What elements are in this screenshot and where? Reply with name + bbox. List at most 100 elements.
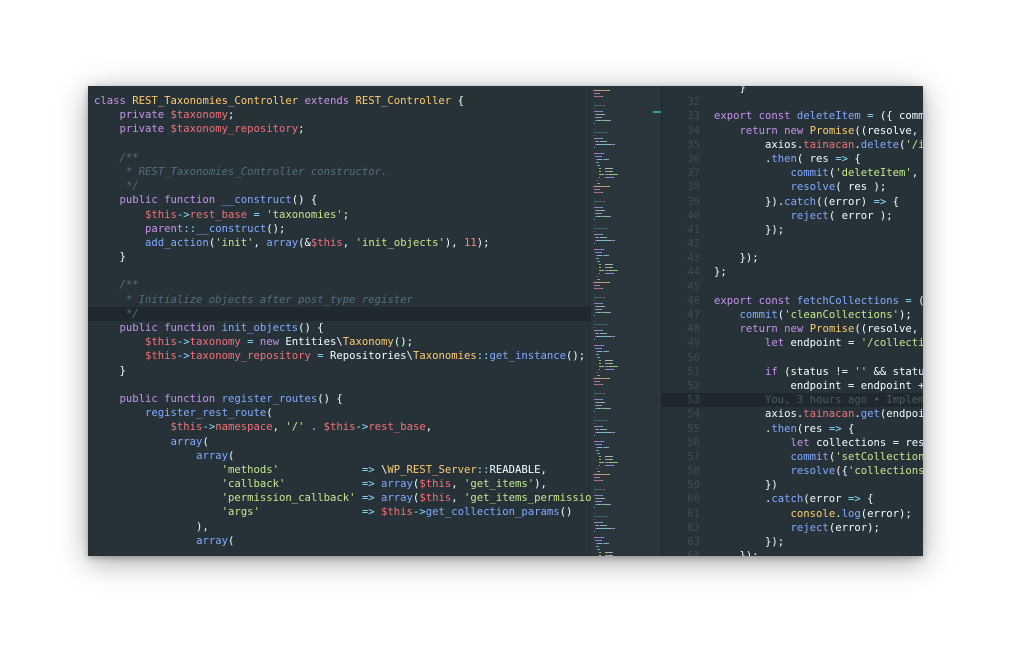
code-line[interactable]: 63 }); <box>662 535 923 549</box>
code-line[interactable]: 36 .then( res => { <box>662 152 923 166</box>
code-line[interactable]: 'methods' => \WP_REST_Server::READABLE, <box>88 463 591 477</box>
code-line[interactable]: array( <box>88 449 591 463</box>
code-line[interactable]: array( <box>88 435 591 449</box>
code-line[interactable]: 51 if (status != '' && status != undefin… <box>662 365 923 379</box>
code-line[interactable]: /** <box>88 278 591 292</box>
code-line[interactable]: } <box>88 250 591 264</box>
code-line[interactable]: 52 endpoint = endpoint + '&status=' + st… <box>662 379 923 393</box>
code-line[interactable] <box>88 264 591 278</box>
minimap-line <box>594 321 595 322</box>
minimap-line <box>598 360 602 361</box>
code-line[interactable]: $this->rest_base = 'taxonomies'; <box>88 208 591 222</box>
code-line[interactable]: parent::__construct(); <box>88 222 591 236</box>
code-line[interactable]: public function __construct() { <box>88 193 591 207</box>
code-line[interactable]: 43 }); <box>662 251 923 265</box>
line-number: 34 <box>687 124 700 137</box>
minimap-line <box>600 501 602 502</box>
code-line[interactable]: 40 reject( error ); <box>662 209 923 223</box>
code-line[interactable]: 37 commit('deleteItem', { id: item_id })… <box>662 166 923 180</box>
minimap-line <box>598 459 602 460</box>
code-token: $this <box>310 236 343 249</box>
code-token: class <box>94 95 133 107</box>
code-token: = <box>310 350 331 363</box>
code-line[interactable]: 56 let collections = res.data; <box>662 436 923 450</box>
line-number: 33 <box>687 110 700 123</box>
code-line[interactable]: 49 let endpoint = '/collections?paged=' … <box>662 336 923 350</box>
minimap-line <box>601 426 604 427</box>
code-line[interactable]: } <box>662 86 923 95</box>
editor-pane-php[interactable]: class REST_Taxonomies_Controller extends… <box>88 86 591 556</box>
minimap-line <box>612 267 613 268</box>
code-line[interactable]: 57 commit('setCollections', collections)… <box>662 450 923 464</box>
code-line[interactable]: add_action('init', array(&$this, 'init_o… <box>88 236 591 250</box>
code-line[interactable]: 32 <box>662 95 923 109</box>
code-line[interactable]: public function register_routes() { <box>88 392 591 406</box>
code-line[interactable]: 61 console.log(error); <box>662 507 923 521</box>
code-line[interactable]: * Initialize objects after post_type reg… <box>88 293 591 307</box>
code-token: ), <box>534 478 547 491</box>
minimap-slider[interactable] <box>591 86 661 556</box>
code-token: = <box>240 336 260 349</box>
code-line[interactable]: 54 axios.tainacan.get(endpoint) <box>662 407 923 421</box>
code-line[interactable]: */ <box>88 179 591 193</box>
minimap[interactable] <box>591 86 661 556</box>
code-line[interactable]: 53 You, 3 hours ago • Implemented... <box>662 393 923 408</box>
code-line[interactable]: 46 export const fetchCollections = ({ com… <box>662 294 923 308</box>
code-token: ( error ); <box>828 209 893 222</box>
code-line[interactable]: 62 reject(error); <box>662 521 923 535</box>
code-line[interactable]: private $taxonomy; <box>88 108 591 122</box>
code-line[interactable]: * REST_Taxonomies_Controller constructor… <box>88 165 591 179</box>
code-line[interactable]: public function init_objects() { <box>88 321 591 335</box>
code-line[interactable]: $this->taxonomy_repository = Repositorie… <box>88 349 591 363</box>
code-line[interactable]: /** <box>88 151 591 165</box>
code-line[interactable]: 50 <box>662 351 923 365</box>
code-line[interactable]: 59 }) <box>662 478 923 492</box>
minimap-line <box>594 420 607 421</box>
code-line[interactable]: 39 }).catch((error) => { <box>662 195 923 209</box>
code-line[interactable]: 44}; <box>662 265 923 279</box>
code-line[interactable]: ), <box>88 520 591 534</box>
code-line[interactable]: 34 return new Promise((resolve, reject) … <box>662 124 923 138</box>
code-line[interactable]: 42 <box>662 237 923 251</box>
editor-pane-js[interactable]: } 3233 export const deleteItem = ({ commit… <box>662 86 923 556</box>
code-line[interactable]: array( <box>88 534 591 548</box>
code-line[interactable]: 60 .catch(error => { <box>662 492 923 506</box>
code-line[interactable]: 45 <box>662 280 923 294</box>
code-line[interactable]: 'callback' => array($this, 'get_items'), <box>88 477 591 491</box>
code-line[interactable]: private $taxonomy_repository; <box>88 122 591 136</box>
code-line[interactable]: 33 export const deleteItem = ({ commit },… <box>662 109 923 123</box>
code-token: '/items/' <box>905 138 923 151</box>
line-number: 38 <box>687 181 700 194</box>
code-line[interactable]: 'permission_callback' => array($this, 'g… <box>88 491 591 505</box>
line-number: 58 <box>687 465 700 478</box>
minimap-line <box>594 135 595 136</box>
line-number: 57 <box>687 450 700 463</box>
code-line[interactable]: */ <box>88 306 591 321</box>
code-line[interactable]: $this->namespace, '/' . $this->rest_base… <box>88 420 591 434</box>
line-number: 51 <box>687 365 700 378</box>
code-line[interactable]: 58 resolve({'collections': collections})… <box>662 464 923 478</box>
code-line[interactable] <box>88 137 591 151</box>
minimap-line <box>598 171 602 172</box>
code-line[interactable] <box>88 378 591 392</box>
minimap-line <box>609 462 618 463</box>
code-line[interactable]: 38 resolve( res ); <box>662 180 923 194</box>
code-line[interactable]: 64 }); <box>662 549 923 556</box>
code-line[interactable]: 47 commit('cleanCollections'); <box>662 308 923 322</box>
code-line[interactable]: 55 .then(res => { <box>662 422 923 436</box>
code-line[interactable]: } <box>88 364 591 378</box>
code-token: () { <box>291 194 318 207</box>
code-line[interactable]: 48 return new Promise((resolve, reject) … <box>662 322 923 336</box>
code-line[interactable]: $this->taxonomy = new Entities\Taxonomy(… <box>88 335 591 349</box>
code-line[interactable]: 'args' => $this->get_collection_params() <box>88 505 591 519</box>
minimap-line <box>594 300 595 301</box>
code-line[interactable]: 41 }); <box>662 223 923 237</box>
code-line[interactable]: register_rest_route( <box>88 406 591 420</box>
code-line[interactable]: 35 axios.tainacan.delete('/items/' + ite… <box>662 138 923 152</box>
minimap-line <box>610 264 613 265</box>
code-line[interactable]: class REST_Taxonomies_Controller extends… <box>88 94 591 108</box>
